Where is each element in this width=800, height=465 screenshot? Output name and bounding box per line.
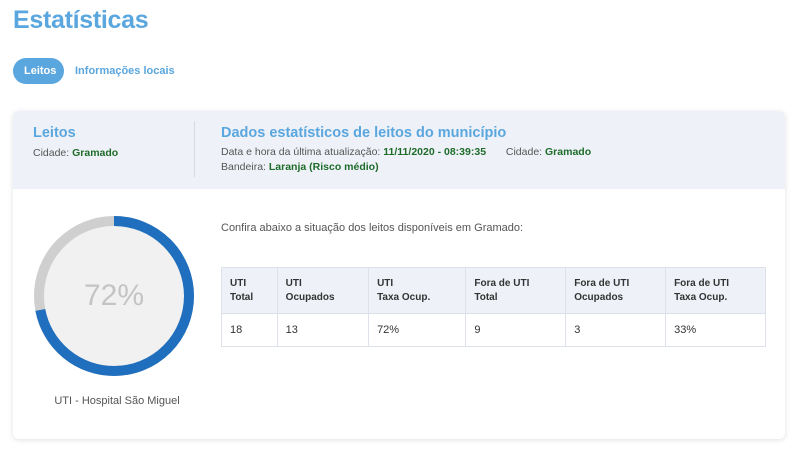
city-line: Cidade: Gramado <box>33 147 118 159</box>
gauge-value: 72% <box>83 279 145 312</box>
cell-fora-ocupados: 3 <box>565 313 667 347</box>
gauge-caption: UTI - Hospital São Miguel <box>54 395 180 407</box>
cell-fora-taxa: 33% <box>665 313 766 347</box>
tab-bar: Leitos Informações locais <box>13 58 175 84</box>
cell-fora-total: 9 <box>465 313 567 347</box>
col-uti-taxa: UTI Taxa Ocup. <box>368 267 467 314</box>
col-uti-ocupados: UTI Ocupados <box>276 267 370 314</box>
stats-card: Leitos Cidade: Gramado Dados estatístico… <box>13 111 785 439</box>
tab-informacoes-locais[interactable]: Informações locais <box>75 58 175 84</box>
cell-uti-taxa: 72% <box>368 313 467 347</box>
header-left: Leitos Cidade: Gramado <box>33 125 118 159</box>
city-label: Cidade: <box>33 147 70 159</box>
tab-leitos[interactable]: Leitos <box>13 58 64 84</box>
occupancy-gauge: 72% <box>33 215 195 377</box>
intro-text: Confira abaixo a situação dos leitos dis… <box>221 222 524 234</box>
update-line: Data e hora da última atualização: 11/11… <box>221 146 591 158</box>
leitos-title: Leitos <box>33 125 76 141</box>
cell-uti-total: 18 <box>221 313 278 347</box>
flag-label: Bandeira: <box>221 161 266 173</box>
city-value-right: Gramado <box>545 146 592 158</box>
city-label-right: Cidade: <box>505 146 543 158</box>
city-value: Gramado <box>72 147 119 159</box>
updated-value: 11/11/2020 - 08:39:35 <box>383 146 487 158</box>
table-row: 18 13 72% 9 3 33% <box>221 313 766 347</box>
flag-line: Bandeira: Laranja (Risco médio) <box>221 161 591 173</box>
stats-title: Dados estatísticos de leitos do municípi… <box>221 125 507 141</box>
page-title: Estatísticas <box>13 6 149 34</box>
header-right: Dados estatísticos de leitos do municípi… <box>221 125 591 173</box>
header-divider <box>194 121 195 177</box>
card-header: Leitos Cidade: Gramado Dados estatístico… <box>13 111 785 189</box>
cell-uti-ocupados: 13 <box>276 313 370 347</box>
flag-value: Laranja (Risco médio) <box>268 161 379 173</box>
col-uti-total: UTI Total <box>221 267 278 314</box>
col-fora-total: Fora de UTI Total <box>465 267 567 314</box>
col-fora-ocupados: Fora de UTI Ocupados <box>565 267 667 314</box>
table-header-row: UTI Total UTI Ocupados UTI Taxa Ocup. Fora … <box>221 267 766 314</box>
col-fora-taxa: Fora de UTI Taxa Ocup. <box>665 267 766 314</box>
updated-label: Data e hora da última atualização: <box>221 146 381 158</box>
beds-table: UTI Total UTI Ocupados UTI Taxa Ocup. Fora … <box>221 267 766 347</box>
